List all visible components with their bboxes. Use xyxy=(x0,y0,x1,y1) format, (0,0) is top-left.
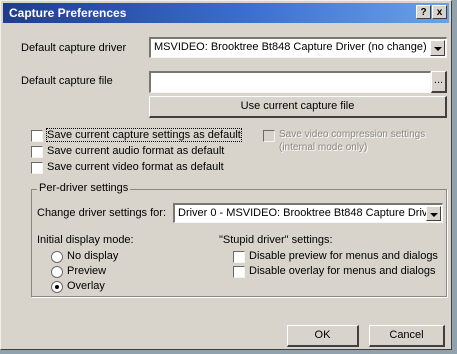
radio-preview[interactable] xyxy=(51,266,63,278)
close-icon: x xyxy=(436,7,443,18)
help-button[interactable]: ? xyxy=(416,5,431,19)
radio-selected-dot xyxy=(55,285,59,289)
save-audio-format-checkbox[interactable] xyxy=(31,146,43,158)
radio-overlay[interactable] xyxy=(51,281,63,293)
per-driver-select[interactable]: Driver 0 - MSVIDEO: Brooktree Bt848 Capt… xyxy=(173,203,443,223)
dialog-title: Capture Preferences xyxy=(9,6,127,20)
per-driver-select-value: Driver 0 - MSVIDEO: Brooktree Bt848 Capt… xyxy=(178,207,438,219)
capture-preferences-dialog: Capture Preferences ? x Default capture … xyxy=(0,0,452,350)
initial-display-mode-label: Initial display mode: xyxy=(37,234,134,246)
default-capture-driver-select[interactable]: MSVIDEO: Brooktree Bt848 Capture Driver … xyxy=(149,37,447,58)
save-video-compression-note: (internal mode only) xyxy=(279,142,368,153)
default-capture-file-input[interactable] xyxy=(149,71,431,93)
radio-preview-label[interactable]: Preview xyxy=(67,265,106,277)
per-driver-settings-title: Per-driver settings xyxy=(37,182,131,194)
radio-overlay-label[interactable]: Overlay xyxy=(67,280,105,292)
close-button[interactable]: x xyxy=(432,5,447,19)
cancel-button[interactable]: Cancel xyxy=(369,325,445,347)
disable-preview-label[interactable]: Disable preview for menus and dialogs xyxy=(249,250,438,262)
radio-no-display[interactable] xyxy=(51,251,63,263)
change-driver-settings-label: Change driver settings for: xyxy=(37,207,167,219)
save-video-format-label[interactable]: Save current video format as default xyxy=(47,161,224,173)
ok-button[interactable]: OK xyxy=(287,325,359,347)
browse-button[interactable]: ... xyxy=(431,71,447,93)
default-capture-driver-label: Default capture driver xyxy=(21,42,127,54)
disable-overlay-label[interactable]: Disable overlay for menus and dialogs xyxy=(249,265,436,277)
use-current-capture-file-button[interactable]: Use current capture file xyxy=(149,96,447,118)
save-capture-settings-label[interactable]: Save current capture settings as default xyxy=(46,128,242,142)
radio-no-display-label[interactable]: No display xyxy=(67,250,118,262)
title-bar[interactable]: Capture Preferences ? x xyxy=(3,3,449,23)
disable-overlay-checkbox[interactable] xyxy=(233,266,245,278)
default-capture-file-label: Default capture file xyxy=(21,75,113,87)
stupid-driver-settings-label: "Stupid driver" settings: xyxy=(219,234,333,246)
chevron-down-icon[interactable] xyxy=(426,206,441,221)
save-video-compression-label: Save video compression settings xyxy=(279,129,426,140)
save-capture-settings-checkbox[interactable] xyxy=(31,130,43,142)
chevron-down-icon[interactable] xyxy=(430,40,445,56)
save-video-format-checkbox[interactable] xyxy=(31,162,43,174)
save-video-compression-checkbox xyxy=(263,130,275,142)
disable-preview-checkbox[interactable] xyxy=(233,251,245,263)
save-audio-format-label[interactable]: Save current audio format as default xyxy=(47,145,224,157)
default-capture-driver-value: MSVIDEO: Brooktree Bt848 Capture Driver … xyxy=(154,41,427,53)
